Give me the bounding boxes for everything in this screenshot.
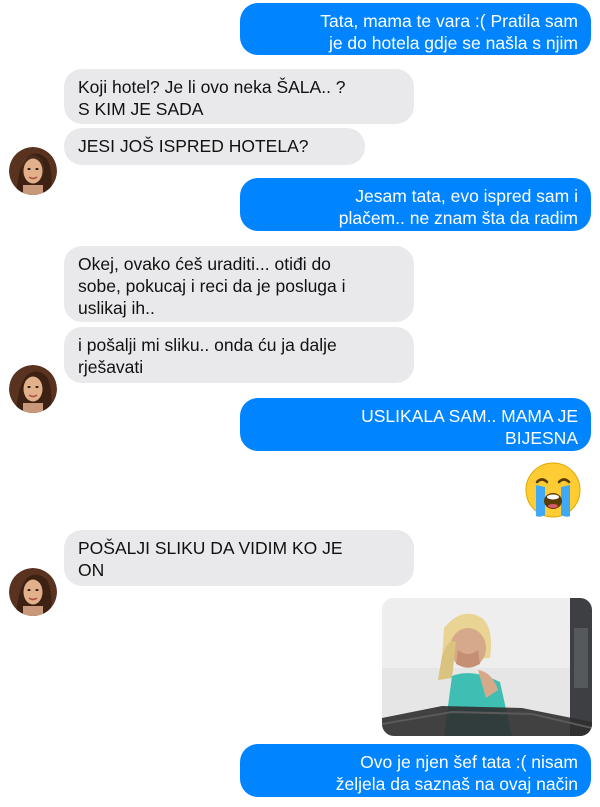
avatar-photo-icon bbox=[9, 147, 57, 195]
sent-message-bubble[interactable]: Jesam tata, evo ispred sam i plačem.. ne… bbox=[240, 178, 591, 231]
sent-message-bubble[interactable]: USLIKALA SAM.. MAMA JE BIJESNA bbox=[240, 398, 591, 451]
avatar-photo-icon bbox=[9, 568, 57, 616]
contact-avatar[interactable] bbox=[9, 365, 57, 413]
sent-message-bubble[interactable]: Ovo je njen šef tata :( nisam željela da… bbox=[240, 744, 591, 797]
received-message-bubble[interactable]: i pošalji mi sliku.. onda ću ja dalje rj… bbox=[64, 327, 414, 383]
received-message-bubble[interactable]: JESI JOŠ ISPRED HOTELA? bbox=[64, 128, 365, 165]
received-message-bubble[interactable]: Koji hotel? Je li ovo neka ŠALA.. ? S KI… bbox=[64, 69, 414, 124]
photo-image bbox=[382, 598, 592, 736]
contact-avatar[interactable] bbox=[9, 568, 57, 616]
avatar-photo-icon bbox=[9, 365, 57, 413]
received-message-bubble[interactable]: POŠALJI SLIKU DA VIDIM KO JE ON bbox=[64, 530, 414, 586]
loudly-crying-face-icon bbox=[523, 460, 583, 520]
sent-message-bubble[interactable]: Tata, mama te vara :( Pratila sam je do … bbox=[240, 3, 591, 55]
photo-attachment[interactable] bbox=[382, 598, 592, 736]
received-message-bubble[interactable]: Okej, ovako ćeš uraditi... otiđi do sobe… bbox=[64, 246, 414, 322]
contact-avatar[interactable] bbox=[9, 147, 57, 195]
